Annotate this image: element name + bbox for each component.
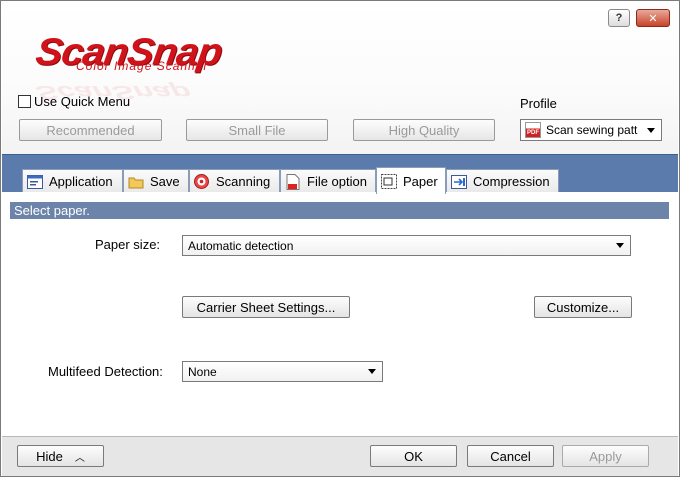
use-quick-menu-checkbox[interactable]: Use Quick Menu <box>18 94 130 109</box>
paper-size-value: Automatic detection <box>188 238 294 253</box>
tab-label: Compression <box>473 174 550 189</box>
tab-save[interactable]: Save <box>123 169 189 193</box>
tab-compression[interactable]: Compression <box>446 169 559 193</box>
header-panel: ? ✕ ScanSnap Color Image Scanner ScanSna… <box>2 2 678 154</box>
chevron-down-icon <box>616 243 624 248</box>
file-option-icon <box>284 173 301 190</box>
hide-button[interactable]: Hide ︿ <box>17 445 104 467</box>
recommended-button[interactable]: Recommended <box>19 119 162 141</box>
compression-icon <box>450 174 467 189</box>
tab-strip: Application Save Scanning File option Pa… <box>2 154 678 194</box>
checkbox-box[interactable] <box>18 95 31 108</box>
paper-size-label: Paper size: <box>95 237 161 252</box>
cancel-button[interactable]: Cancel <box>467 445 554 467</box>
profile-label: Profile <box>520 96 557 111</box>
scanning-icon <box>193 174 210 189</box>
small-file-button[interactable]: Small File <box>186 119 328 141</box>
chevron-down-icon <box>368 369 376 374</box>
paper-size-dropdown[interactable]: Automatic detection <box>182 235 631 256</box>
high-quality-button[interactable]: High Quality <box>353 119 495 141</box>
hide-label: Hide <box>36 448 63 464</box>
profile-dropdown[interactable]: PDF Scan sewing patt <box>520 119 662 141</box>
tab-file-option[interactable]: File option <box>280 169 376 193</box>
save-folder-icon <box>127 174 144 189</box>
use-quick-menu-label: Use Quick Menu <box>34 94 131 109</box>
tab-application[interactable]: Application <box>22 169 123 193</box>
tab-label: Scanning <box>216 174 271 189</box>
section-header: Select paper. <box>10 202 669 219</box>
carrier-sheet-settings-button[interactable]: Carrier Sheet Settings... <box>182 296 350 318</box>
footer-bar: Hide ︿ OK Cancel Apply <box>2 436 678 476</box>
application-icon <box>26 174 43 189</box>
chevron-down-icon <box>647 127 655 133</box>
customize-button[interactable]: Customize... <box>534 296 632 318</box>
paper-icon <box>380 173 397 189</box>
tab-label: File option <box>307 174 367 189</box>
pdf-icon: PDF <box>525 122 541 138</box>
multifeed-detection-dropdown[interactable]: None <box>182 361 383 382</box>
profile-selected-value: Scan sewing patt <box>546 123 638 137</box>
multifeed-detection-label: Multifeed Detection: <box>48 364 163 379</box>
multifeed-detection-value: None <box>188 364 217 379</box>
scansnap-logo: ScanSnap Color Image Scanner ScanSnap <box>32 28 332 103</box>
apply-button[interactable]: Apply <box>562 445 649 467</box>
logo-tagline: Color Image Scanner <box>76 59 209 73</box>
tab-label: Application <box>49 174 113 189</box>
scansnap-settings-window: ? ✕ ScanSnap Color Image Scanner ScanSna… <box>0 0 680 477</box>
tab-scanning[interactable]: Scanning <box>189 169 280 193</box>
tab-label: Save <box>150 174 180 189</box>
tab-paper[interactable]: Paper <box>376 167 446 194</box>
close-button[interactable]: ✕ <box>636 9 670 27</box>
tab-label: Paper <box>403 173 438 189</box>
help-button[interactable]: ? <box>608 9 630 27</box>
ok-button[interactable]: OK <box>370 445 457 467</box>
paper-tab-panel: Select paper. Paper size: Automatic dete… <box>2 192 678 436</box>
chevron-up-icon: ︿ <box>74 452 85 464</box>
